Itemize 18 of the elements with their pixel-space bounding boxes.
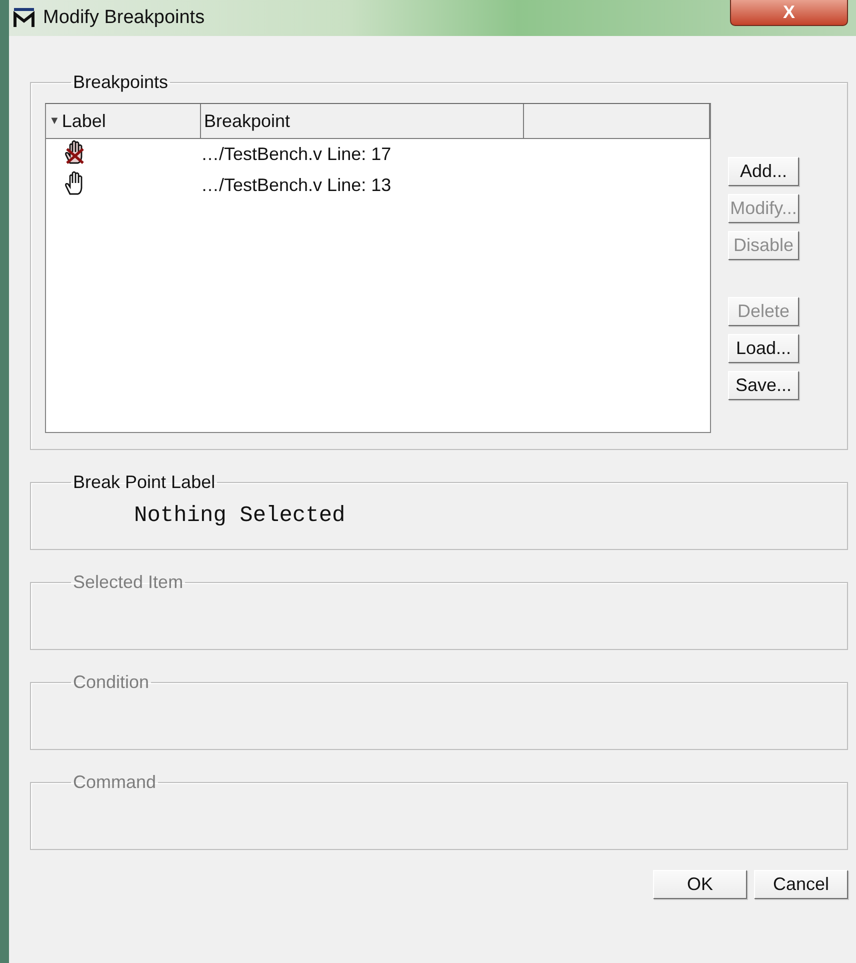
breakpoint-cell-text: …/TestBench.v Line: 13 [201,175,392,196]
label-value: Nothing Selected [134,503,346,528]
action-button[interactable]: Load... [728,334,799,363]
dialog-button[interactable]: OK [653,870,747,899]
group-title: Command [72,772,158,793]
column-header[interactable]: Breakpoint [201,104,524,138]
group-title: Breakpoints [72,72,170,93]
app-logo-icon [13,7,35,29]
dialog-button[interactable]: Cancel [754,870,848,899]
action-button[interactable]: Add... [728,157,799,186]
group-title: Selected Item [72,572,184,593]
window-title: Modify Breakpoints [43,7,205,29]
column-header[interactable]: Label [62,110,106,132]
group-title: Condition [72,672,150,693]
action-button[interactable]: Save... [728,371,799,400]
breakpoint-cell-text: …/TestBench.v Line: 17 [201,144,392,165]
sort-arrow-icon[interactable]: ▼ [49,115,60,127]
group-title: Break Point Label [72,472,216,493]
